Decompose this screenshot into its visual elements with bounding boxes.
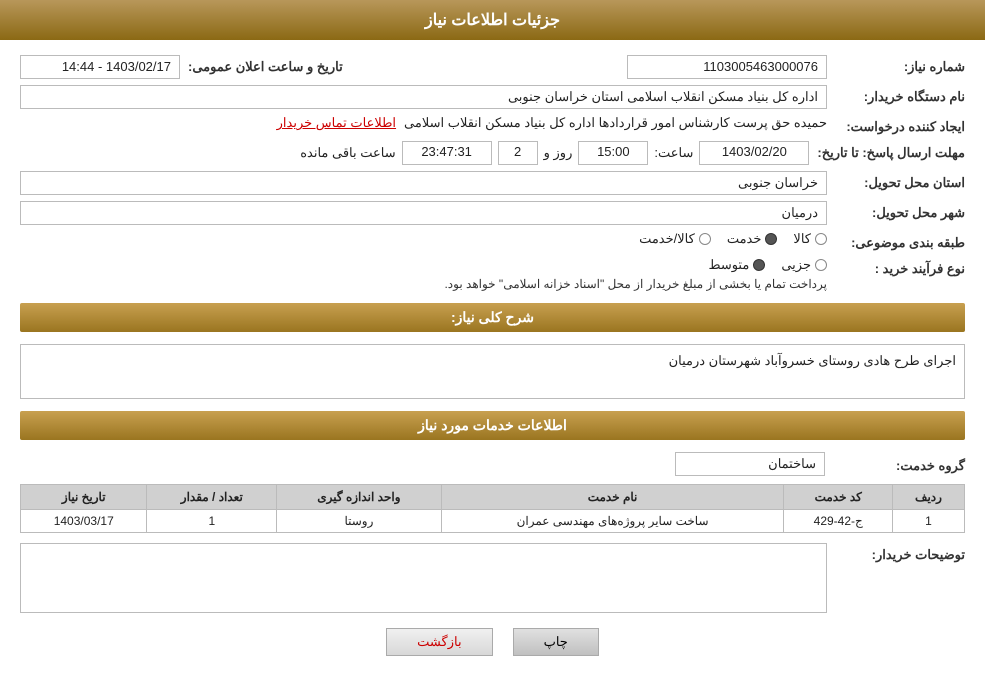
- description-title-text: شرح کلی نیاز:: [451, 309, 534, 325]
- date-label: تاریخ و ساعت اعلان عمومی:: [188, 55, 343, 75]
- category-options: کالا/خدمت خدمت کالا: [20, 231, 827, 247]
- province-label: استان محل تحویل:: [835, 171, 965, 191]
- print-button[interactable]: چاپ: [513, 628, 599, 656]
- col-qty: تعداد / مقدار: [147, 485, 277, 510]
- need-number-row: شماره نیاز: 1103005463000076 تاریخ و ساع…: [20, 55, 965, 79]
- category-label-kala: کالا: [793, 231, 811, 247]
- category-label-khadmat: خدمت: [727, 231, 762, 247]
- creator-link[interactable]: اطلاعات تماس خریدار: [277, 115, 396, 131]
- category-option-khadmat[interactable]: خدمت: [727, 231, 778, 247]
- page-header: جزئیات اطلاعات نیاز: [0, 0, 985, 40]
- buyer-org-row: نام دستگاه خریدار: اداره کل بنیاد مسکن ا…: [20, 85, 965, 109]
- purchase-note: پرداخت تمام یا بخشی از مبلغ خریدار از مح…: [20, 277, 827, 291]
- purchase-option-motavasset[interactable]: متوسط: [708, 257, 765, 273]
- buyer-notes-row: توضیحات خریدار:: [20, 543, 965, 613]
- date-box: 1403/02/17 - 14:44: [20, 55, 180, 79]
- category-label-kala-khadmat: کالا/خدمت: [639, 231, 695, 247]
- purchase-type-area: متوسط جزیی پرداخت تمام یا بخشی از مبلغ خ…: [20, 257, 827, 291]
- remaining-label: روز و: [544, 145, 573, 161]
- page-wrapper: جزئیات اطلاعات نیاز شماره نیاز: 11030054…: [0, 0, 985, 691]
- deadline-date-row: 1403/02/20 ساعت: 15:00 روز و 2 23:47:31 …: [20, 141, 809, 165]
- buyer-notes-label: توضیحات خریدار:: [835, 543, 965, 563]
- buyer-notes-box: [20, 543, 827, 613]
- remaining-days-box: 2: [498, 141, 538, 165]
- deadline-label: مهلت ارسال پاسخ: تا تاریخ:: [817, 141, 965, 161]
- col-name: نام خدمت: [441, 485, 784, 510]
- purchase-label-motavasset: متوسط: [708, 257, 749, 273]
- creator-label: ایجاد کننده درخواست:: [835, 115, 965, 135]
- deadline-date-box: 1403/02/20: [699, 141, 809, 165]
- need-number-label: شماره نیاز:: [835, 55, 965, 75]
- buyer-notes-value: [20, 543, 827, 613]
- creator-row: ایجاد کننده درخواست: حمیده حق پرست کارشن…: [20, 115, 965, 135]
- deadline-row: مهلت ارسال پاسخ: تا تاریخ: 1403/02/20 سا…: [20, 141, 965, 165]
- col-row: ردیف: [892, 485, 964, 510]
- description-box: اجرای طرح هادی روستای خسروآباد شهرستان د…: [20, 344, 965, 399]
- col-date: تاریخ نیاز: [21, 485, 147, 510]
- purchase-type-row: نوع فرآیند خرید : متوسط جزیی پرداخت تمام…: [20, 257, 965, 291]
- row-name: ساخت سایر پروژه‌های مهندسی عمران: [441, 510, 784, 533]
- remaining-time-box: 23:47:31: [402, 141, 492, 165]
- purchase-radio-jozi: [815, 259, 827, 271]
- province-row: استان محل تحویل: خراسان جنوبی: [20, 171, 965, 195]
- main-content: شماره نیاز: 1103005463000076 تاریخ و ساع…: [0, 40, 985, 686]
- creator-value: حمیده حق پرست کارشناس امور قراردادها ادا…: [404, 115, 827, 131]
- services-section-title: اطلاعات خدمات مورد نیاز: [20, 411, 965, 440]
- service-table: ردیف کد خدمت نام خدمت واحد اندازه گیری ت…: [20, 484, 965, 533]
- need-number-value: 1103005463000076: [371, 55, 827, 79]
- buttons-row: چاپ بازگشت: [20, 628, 965, 656]
- purchase-radio-group: متوسط جزیی: [20, 257, 827, 273]
- buyer-org-label: نام دستگاه خریدار:: [835, 85, 965, 105]
- col-unit: واحد اندازه گیری: [277, 485, 441, 510]
- col-code: کد خدمت: [784, 485, 893, 510]
- service-group-label: گروه خدمت:: [835, 454, 965, 474]
- deadline-time-label: ساعت:: [654, 145, 693, 161]
- city-value: درمیان: [20, 201, 827, 225]
- row-number: 1: [892, 510, 964, 533]
- header-title: جزئیات اطلاعات نیاز: [425, 12, 560, 29]
- buyer-org-box: اداره کل بنیاد مسکن انقلاب اسلامی استان …: [20, 85, 827, 109]
- services-title-text: اطلاعات خدمات مورد نیاز: [418, 417, 567, 433]
- remaining-suffix: ساعت باقی مانده: [300, 145, 395, 161]
- service-group-row: گروه خدمت: ساختمان: [20, 452, 965, 476]
- category-label: طبقه بندی موضوعی:: [835, 231, 965, 251]
- row-date: 1403/03/17: [21, 510, 147, 533]
- date-value: 1403/02/17 - 14:44: [20, 55, 180, 79]
- category-radio-kala-khadmat: [699, 233, 711, 245]
- row-unit: روستا: [277, 510, 441, 533]
- category-radio-kala: [815, 233, 827, 245]
- deadline-fields: 1403/02/20 ساعت: 15:00 روز و 2 23:47:31 …: [20, 141, 809, 165]
- purchase-type-options: متوسط جزیی پرداخت تمام یا بخشی از مبلغ خ…: [20, 257, 827, 291]
- description-section-title: شرح کلی نیاز:: [20, 303, 965, 332]
- category-radio-khadmat: [765, 233, 777, 245]
- table-row: 1 ج-42-429 ساخت سایر پروژه‌های مهندسی عم…: [21, 510, 965, 533]
- purchase-radio-motavasset: [753, 259, 765, 271]
- category-option-kala[interactable]: کالا: [793, 231, 827, 247]
- purchase-label-jozi: جزیی: [781, 257, 811, 273]
- row-quantity: 1: [147, 510, 277, 533]
- description-area: اجرای طرح هادی روستای خسروآباد شهرستان د…: [20, 344, 965, 399]
- purchase-option-jozi[interactable]: جزیی: [781, 257, 827, 273]
- category-option-kala-khadmat[interactable]: کالا/خدمت: [639, 231, 711, 247]
- category-row: طبقه بندی موضوعی: کالا/خدمت خدمت کالا: [20, 231, 965, 251]
- need-number-box: 1103005463000076: [627, 55, 827, 79]
- province-box: خراسان جنوبی: [20, 171, 827, 195]
- service-group-box: ساختمان: [675, 452, 825, 476]
- city-label: شهر محل تحویل:: [835, 201, 965, 221]
- back-button[interactable]: بازگشت: [386, 628, 492, 656]
- deadline-time-box: 15:00: [578, 141, 648, 165]
- creator-value-area: حمیده حق پرست کارشناس امور قراردادها ادا…: [20, 115, 827, 131]
- province-value: خراسان جنوبی: [20, 171, 827, 195]
- row-code: ج-42-429: [784, 510, 893, 533]
- city-row: شهر محل تحویل: درمیان: [20, 201, 965, 225]
- buyer-org-value: اداره کل بنیاد مسکن انقلاب اسلامی استان …: [20, 85, 827, 109]
- description-value: اجرای طرح هادی روستای خسروآباد شهرستان د…: [669, 353, 956, 368]
- city-box: درمیان: [20, 201, 827, 225]
- category-radio-group: کالا/خدمت خدمت کالا: [20, 231, 827, 247]
- purchase-type-label: نوع فرآیند خرید :: [835, 257, 965, 277]
